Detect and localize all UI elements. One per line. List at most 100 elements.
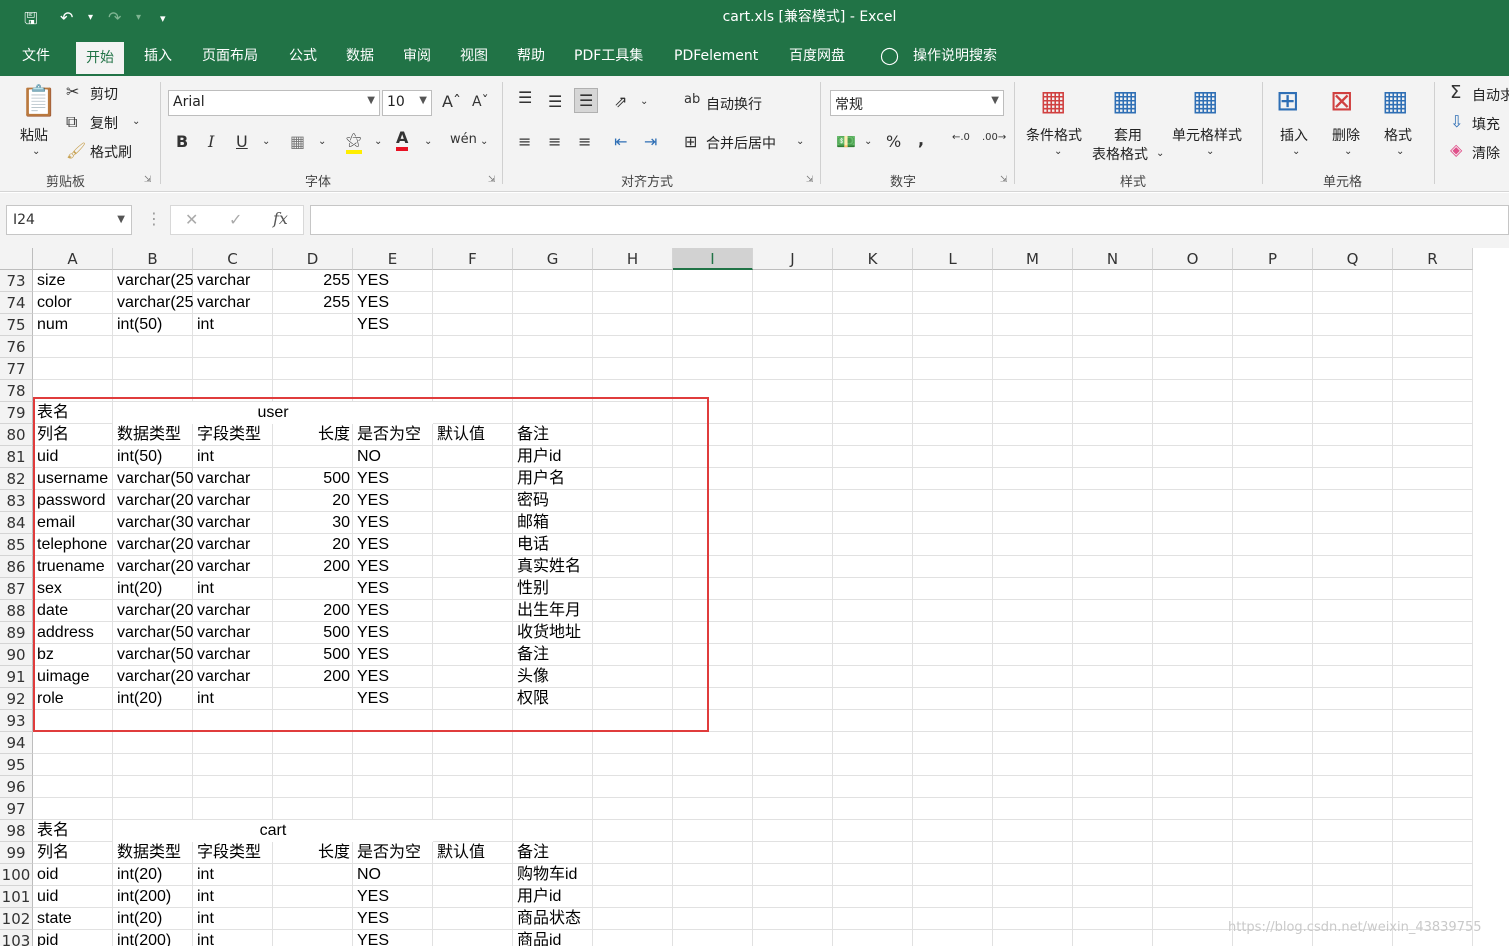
column-header-B[interactable]: B [113,248,193,270]
cell-M87[interactable] [993,578,1073,600]
cell-J99[interactable] [753,842,833,864]
cell-N93[interactable] [1073,710,1153,732]
cell-J82[interactable] [753,468,833,490]
cell-R81[interactable] [1393,446,1473,468]
cell-K74[interactable] [833,292,913,314]
cell-L77[interactable] [913,358,993,380]
cut-icon[interactable]: ✂ [66,82,79,101]
cell-I76[interactable] [673,336,753,358]
format-painter-icon[interactable]: 🖌 [66,141,86,160]
cell-O84[interactable] [1153,512,1233,534]
cell-O80[interactable] [1153,424,1233,446]
cell-M75[interactable] [993,314,1073,336]
cell-N102[interactable] [1073,908,1153,930]
cell-K81[interactable] [833,446,913,468]
cell-E97[interactable] [353,798,433,820]
format-painter-button[interactable]: 格式刷 [90,142,132,162]
column-header-H[interactable]: H [593,248,673,270]
orientation-icon[interactable]: ⇗ [614,92,627,111]
cell-O88[interactable] [1153,600,1233,622]
cell-N88[interactable] [1073,600,1153,622]
cell-A77[interactable] [33,358,113,380]
cell-M95[interactable] [993,754,1073,776]
tab-file[interactable]: 文件 [12,40,60,76]
cell-L96[interactable] [913,776,993,798]
cell-Q89[interactable] [1313,622,1393,644]
cell-H101[interactable] [593,886,673,908]
autosum-icon[interactable]: Σ [1450,82,1461,103]
cell-Q99[interactable] [1313,842,1393,864]
cell-H100[interactable] [593,864,673,886]
cell-N75[interactable] [1073,314,1153,336]
row-header-94[interactable]: 94 [0,732,33,754]
cell-P100[interactable] [1233,864,1313,886]
cell-N73[interactable] [1073,270,1153,292]
cell-D77[interactable] [273,358,353,380]
cell-P80[interactable] [1233,424,1313,446]
cell-M102[interactable] [993,908,1073,930]
cell-L92[interactable] [913,688,993,710]
column-header-A[interactable]: A [33,248,113,270]
cell-P93[interactable] [1233,710,1313,732]
cell-Q95[interactable] [1313,754,1393,776]
row-header-102[interactable]: 102 [0,908,33,930]
enter-icon[interactable]: ✓ [229,210,242,229]
cell-J98[interactable] [753,820,833,842]
cell-O103[interactable] [1153,930,1233,946]
row-header-79[interactable]: 79 [0,402,33,424]
cell-R91[interactable] [1393,666,1473,688]
cell-E76[interactable] [353,336,433,358]
cell-K93[interactable] [833,710,913,732]
cell-M98[interactable] [993,820,1073,842]
cell-K88[interactable] [833,600,913,622]
underline-icon[interactable]: U [236,132,248,151]
cell-E94[interactable] [353,732,433,754]
cell-R85[interactable] [1393,534,1473,556]
cell-B94[interactable] [113,732,193,754]
cell-M76[interactable] [993,336,1073,358]
cell-B77[interactable] [113,358,193,380]
cell-O85[interactable] [1153,534,1233,556]
cell-M103[interactable] [993,930,1073,946]
tab-review[interactable]: 审阅 [393,40,441,76]
tab-pdf-tools[interactable]: PDF工具集 [564,40,653,76]
cell-R90[interactable] [1393,644,1473,666]
merge-center-icon[interactable]: ⊞ [684,132,697,151]
cell-R82[interactable] [1393,468,1473,490]
paste-icon[interactable]: 📋 [20,84,57,119]
column-header-G[interactable]: G [513,248,593,270]
cell-N86[interactable] [1073,556,1153,578]
cell-B96[interactable] [113,776,193,798]
cell-A95[interactable] [33,754,113,776]
cell-I100[interactable] [673,864,753,886]
decrease-indent-icon[interactable]: ⇤ [614,132,627,151]
cell-P92[interactable] [1233,688,1313,710]
cell-R98[interactable] [1393,820,1473,842]
cell-H103[interactable] [593,930,673,946]
cell-G98[interactable] [513,820,593,842]
row-header-101[interactable]: 101 [0,886,33,908]
cell-J77[interactable] [753,358,833,380]
cell-G73[interactable] [513,270,593,292]
cell-G76[interactable] [513,336,593,358]
cell-F76[interactable] [433,336,513,358]
cell-O87[interactable] [1153,578,1233,600]
cell-K73[interactable] [833,270,913,292]
worksheet-grid[interactable]: A B C D E F G H I J K L M N O P Q R 73 size varchar(25 varcha… [0,248,1509,946]
tab-view[interactable]: 视图 [450,40,498,76]
cell-F96[interactable] [433,776,513,798]
cell-K78[interactable] [833,380,913,402]
cell-N94[interactable] [1073,732,1153,754]
cell-P86[interactable] [1233,556,1313,578]
cell-D100[interactable] [273,864,353,886]
cell-I75[interactable] [673,314,753,336]
cell-J74[interactable] [753,292,833,314]
cell-N78[interactable] [1073,380,1153,402]
cell-D94[interactable] [273,732,353,754]
column-header-F[interactable]: F [433,248,513,270]
row-header-77[interactable]: 77 [0,358,33,380]
delete-cells-icon[interactable]: ⊠ [1330,84,1353,117]
cell-L82[interactable] [913,468,993,490]
cell-P98[interactable] [1233,820,1313,842]
cell-Q83[interactable] [1313,490,1393,512]
